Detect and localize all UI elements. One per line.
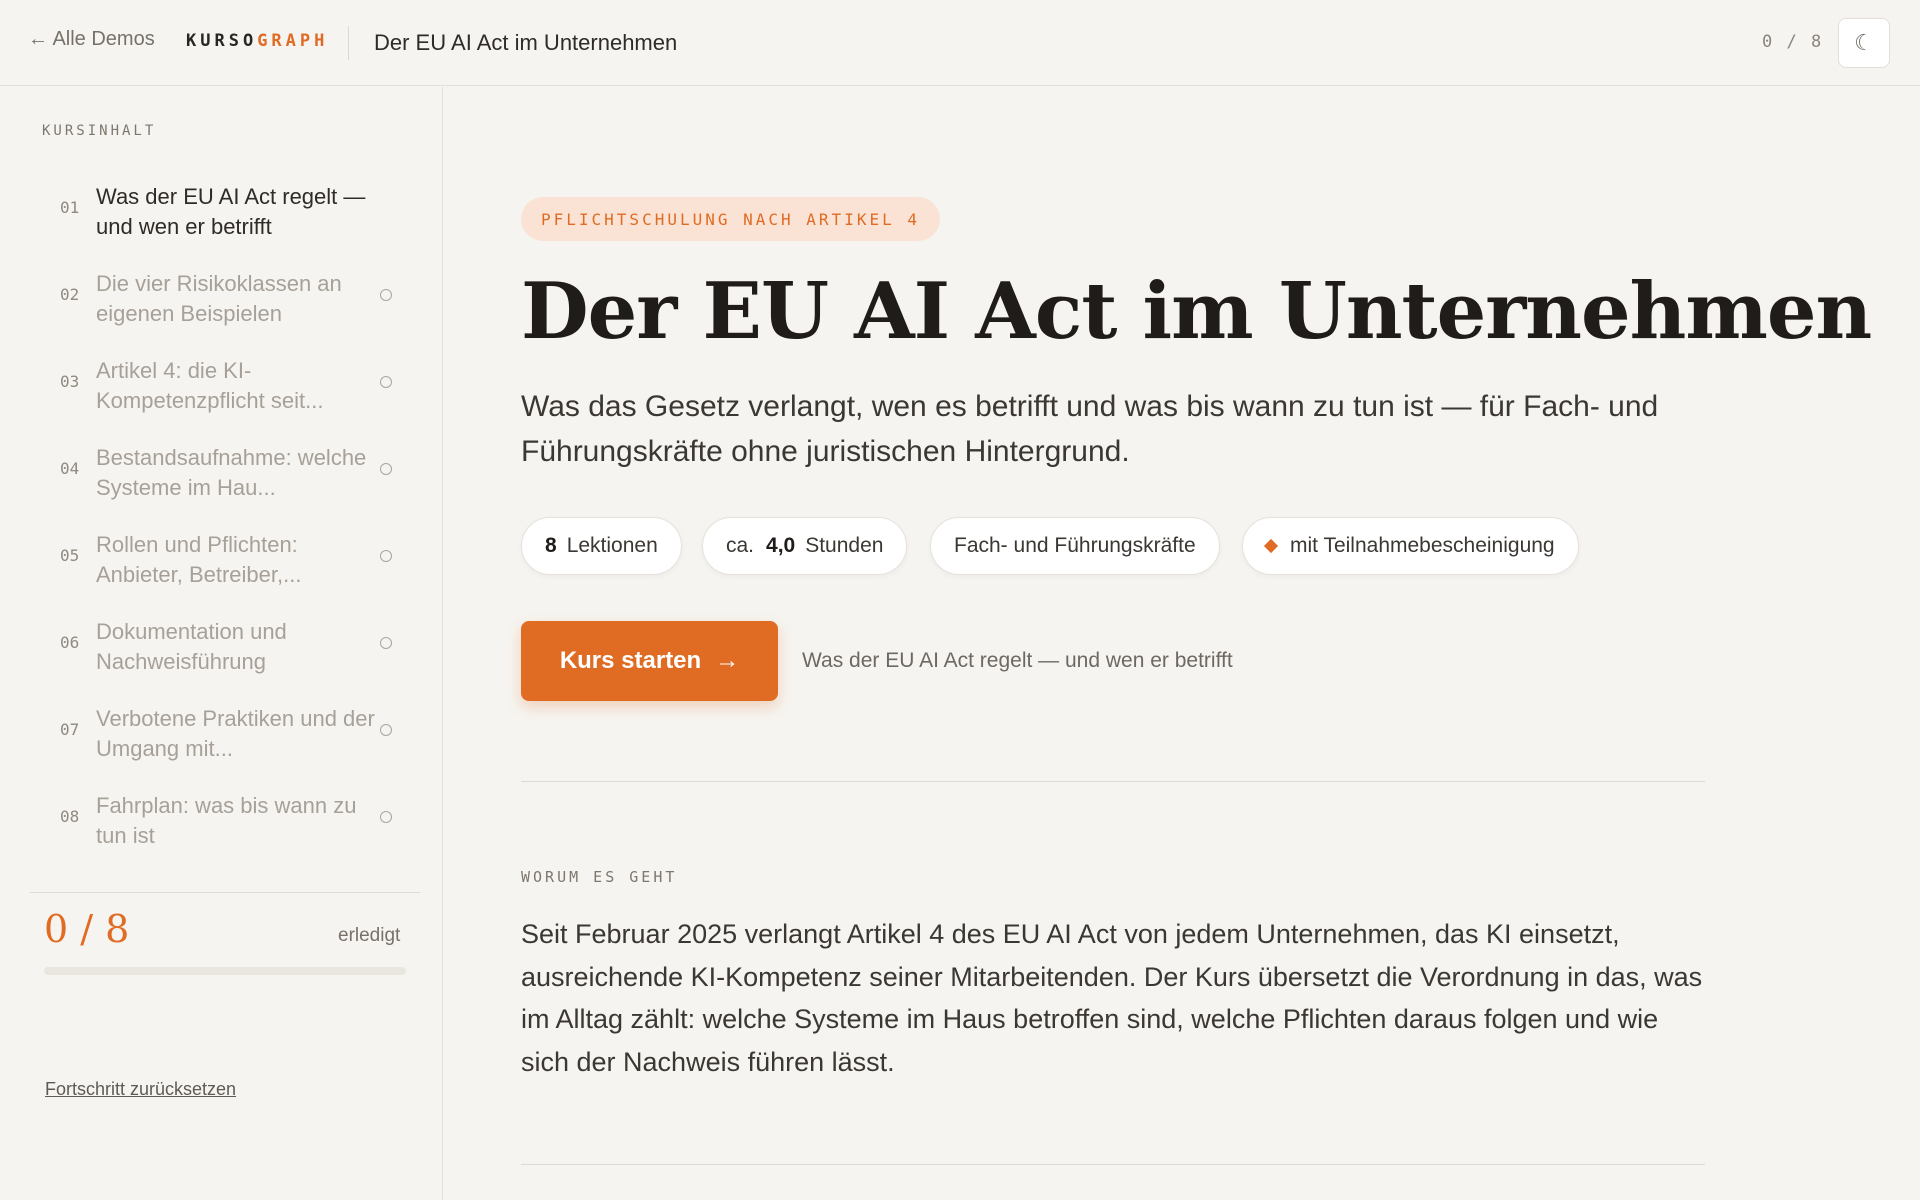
section-divider-bottom: [521, 1164, 1705, 1165]
lesson-label: Bestandsaufnahme: welche Systeme im Hau.…: [96, 445, 367, 500]
page-subtitle: Was das Gesetz verlangt, wen es betrifft…: [521, 390, 1659, 468]
lessons-count-pill: 8 Lektionen: [521, 517, 682, 575]
brand-logo[interactable]: KURSOGRAPH: [186, 31, 328, 51]
brand-text-part2: GRAPH: [257, 31, 329, 51]
lesson-status-circle-icon: [380, 289, 392, 301]
duration-pill: ca. 4,0 Stunden: [702, 517, 908, 575]
section-body-text: Seit Februar 2025 verlangt Artikel 4 des…: [521, 919, 1703, 1077]
audience-label: Fach- und Führungskräfte: [954, 534, 1196, 557]
certificate-pill: mit Teilnahmebescheinigung: [1242, 517, 1579, 575]
lesson-label: Artikel 4: die KI-Kompetenzpflicht seit.…: [96, 358, 324, 413]
sidebar-lesson-06[interactable]: 06 Dokumentation und Nachweisführung: [42, 611, 422, 691]
section-heading: WORUM ES GEHT: [521, 868, 678, 886]
duration-value: 4,0: [766, 534, 796, 557]
lesson-status-circle-icon: [380, 811, 392, 823]
sidebar: KURSINHALT 01 Was der EU AI Act regelt —…: [0, 87, 443, 1200]
progress-bar: [44, 967, 406, 975]
sidebar-lesson-08[interactable]: 08 Fahrplan: was bis wann zu tun ist: [42, 785, 422, 865]
lesson-label: Rollen und Pflichten: Anbieter, Betreibe…: [96, 532, 302, 587]
diamond-icon: [1263, 538, 1279, 554]
course-badge: PFLICHTSCHULUNG NACH ARTIKEL 4: [521, 197, 940, 241]
lesson-label: Die vier Risikoklassen an eigenen Beispi…: [96, 271, 342, 326]
lesson-status-circle-icon: [380, 376, 392, 388]
completed-label: erledigt: [338, 925, 401, 946]
sidebar-lesson-05[interactable]: 05 Rollen und Pflichten: Anbieter, Betre…: [42, 524, 422, 604]
back-to-demos-link[interactable]: ← Alle Demos: [28, 28, 155, 51]
sidebar-heading: KURSINHALT: [42, 123, 157, 139]
lesson-status-circle-icon: [380, 550, 392, 562]
lesson-label: Fahrplan: was bis wann zu tun ist: [96, 793, 357, 848]
lesson-status-circle-icon: [380, 637, 392, 649]
sidebar-lesson-07[interactable]: 07 Verbotene Praktiken und der Umgang mi…: [42, 698, 422, 778]
certificate-label: mit Teilnahmebescheinigung: [1290, 534, 1555, 557]
reset-progress-link[interactable]: Fortschritt zurücksetzen: [45, 1079, 236, 1100]
duration-label: Stunden: [805, 534, 884, 557]
brand-text-part1: KURSO: [186, 31, 258, 51]
sidebar-lesson-01[interactable]: 01 Was der EU AI Act regelt — und wen er…: [42, 176, 422, 256]
sidebar-divider: [30, 892, 420, 893]
start-course-button[interactable]: Kurs starten →: [521, 621, 778, 701]
theme-toggle-button[interactable]: ☾: [1838, 18, 1890, 68]
top-bar: ← Alle Demos KURSOGRAPH Der EU AI Act im…: [0, 0, 1920, 86]
lesson-number: 05: [60, 546, 80, 565]
header-divider: [348, 26, 349, 60]
lesson-label: Was der EU AI Act regelt — und wen er be…: [96, 184, 366, 239]
lesson-number: 07: [60, 720, 80, 739]
page-title: Der EU AI Act im Unternehmen: [521, 266, 1872, 357]
completed-count: 0 / 8: [44, 907, 130, 951]
lesson-number: 01: [60, 198, 80, 217]
lessons-count-label: Lektionen: [566, 534, 658, 557]
duration-prefix: ca.: [726, 534, 755, 557]
lesson-status-circle-icon: [380, 724, 392, 736]
lesson-status-circle-icon: [380, 463, 392, 475]
start-course-label: Kurs starten: [559, 647, 702, 674]
lessons-count-value: 8: [545, 534, 557, 557]
lesson-number: 06: [60, 633, 80, 652]
sidebar-lesson-04[interactable]: 04 Bestandsaufnahme: welche Systeme im H…: [42, 437, 422, 517]
moon-icon: ☾: [1854, 30, 1874, 55]
section-divider: [521, 781, 1705, 782]
lesson-number: 02: [60, 285, 80, 304]
lesson-label: Verbotene Praktiken und der Umgang mit..…: [96, 706, 375, 761]
audience-pill: Fach- und Führungskräfte: [930, 517, 1220, 575]
next-lesson-hint: Was der EU AI Act regelt — und wen er be…: [802, 649, 1233, 672]
header-progress-counter: 0 / 8: [1762, 32, 1824, 52]
lesson-number: 04: [60, 459, 80, 478]
header-course-title: Der EU AI Act im Unternehmen: [374, 30, 678, 55]
lesson-number: 08: [60, 807, 80, 826]
lesson-number: 03: [60, 372, 80, 391]
sidebar-lesson-03[interactable]: 03 Artikel 4: die KI-Kompetenzpflicht se…: [42, 350, 422, 430]
arrow-right-icon: →: [715, 647, 740, 674]
sidebar-lesson-02[interactable]: 02 Die vier Risikoklassen an eigenen Bei…: [42, 263, 422, 343]
lesson-label: Dokumentation und Nachweisführung: [96, 619, 287, 674]
